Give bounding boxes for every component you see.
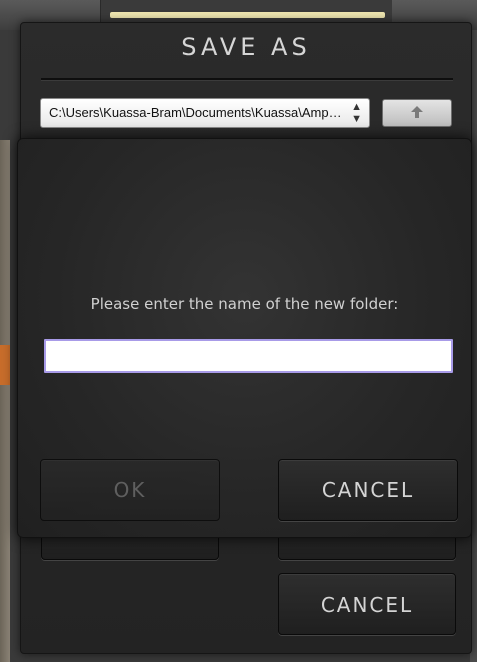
title-divider [41, 78, 453, 81]
path-dropdown-value: C:\Users\Kuassa-Bram\Documents\Kuassa\Am… [49, 105, 370, 120]
parent-folder-button[interactable] [382, 99, 452, 127]
dialog-title: SAVE AS [181, 33, 311, 61]
arrow-up-icon [410, 104, 424, 123]
host-accent-marker [0, 345, 10, 385]
host-left-panel [0, 140, 10, 662]
host-toolbar-accent [110, 12, 385, 18]
path-dropdown[interactable]: C:\Users\Kuassa-Bram\Documents\Kuassa\Am… [40, 98, 370, 128]
save-cancel-button[interactable]: CANCEL [278, 573, 456, 635]
new-folder-dialog: Please enter the name of the new folder:… [17, 138, 472, 538]
select-arrows-icon: ▲ ▼ [351, 101, 362, 125]
cancel-button[interactable]: CANCEL [278, 459, 458, 521]
new-folder-prompt: Please enter the name of the new folder: [90, 295, 399, 313]
folder-name-input[interactable] [44, 339, 453, 373]
ok-button[interactable]: OK [40, 459, 220, 521]
